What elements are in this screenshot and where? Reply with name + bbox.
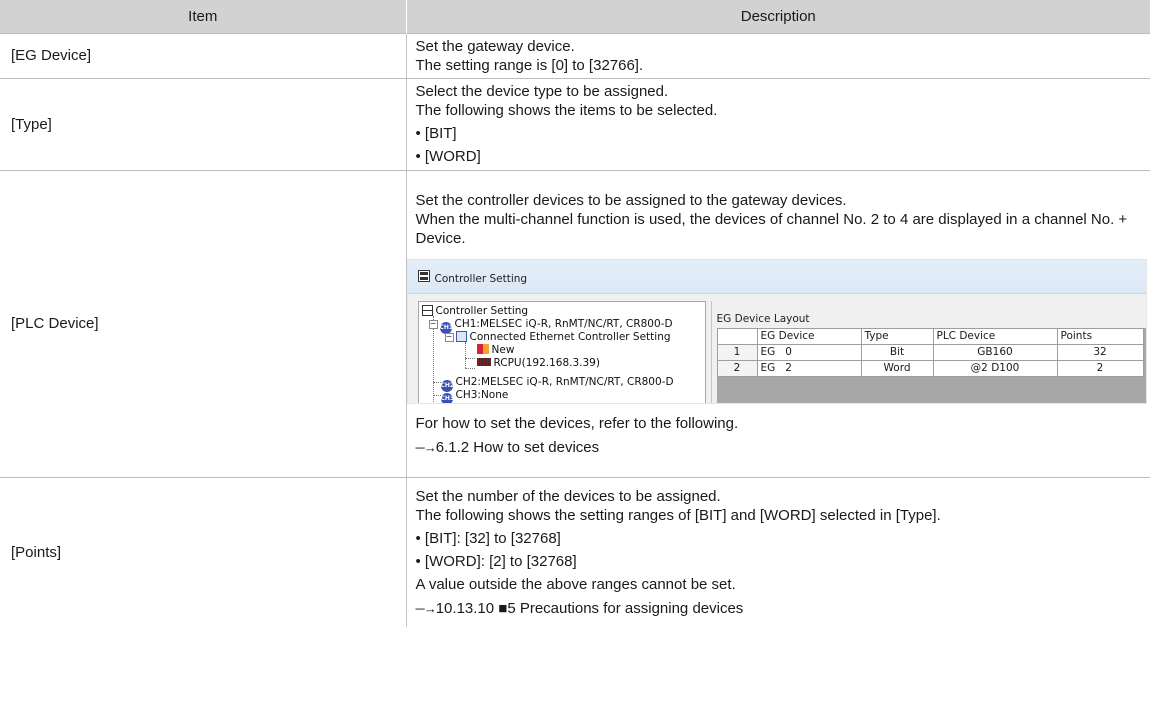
grid-header-points: Points: [1056, 327, 1144, 345]
tree-item-connected-ethernet[interactable]: Connected Ethernet Controller Setting: [455, 330, 671, 343]
bullet-item: • [WORD]: [415, 148, 481, 165]
grid-cell-eg-device[interactable]: EG 2: [756, 359, 862, 377]
controller-tree: Controller Setting − CH1CH1:MELSEC iQ-R,…: [417, 300, 706, 403]
eg-prefix: EG: [760, 362, 776, 374]
window-title: Controller Setting: [434, 272, 528, 285]
grid-header-row: EG Device Type PLC Device Points: [716, 327, 1144, 345]
grid-header-type: Type: [860, 327, 934, 345]
eg-number: 0: [785, 346, 792, 358]
grid-cell-plc-device[interactable]: GB160: [932, 343, 1058, 361]
tree-item-ch3-label: CH3:None: [455, 388, 509, 401]
settings-table: Item Description [EG Device] Set the gat…: [0, 0, 1150, 627]
grid-corner: [716, 327, 758, 345]
item-points: [Points]: [0, 476, 407, 627]
header-description: Description: [406, 0, 1150, 33]
tree-line: [464, 357, 475, 359]
eg-device-grid: EG Device Type PLC Device Points 1 EG 0: [716, 327, 1146, 403]
desc-plc-device: Set the controller devices to be assigne…: [406, 169, 1150, 477]
header-item: Item: [0, 0, 407, 33]
window-body: Controller Setting − CH1CH1:MELSEC iQ-R,…: [407, 293, 1146, 403]
reference-link-text: 10.13.10 ■5 Precautions for assigning de…: [435, 599, 744, 617]
tree-item-rcpu-label: RCPU(192.168.3.39): [493, 356, 600, 369]
tree-line: [464, 367, 475, 369]
grid-row-number: 1: [716, 343, 758, 361]
tree-item-rcpu[interactable]: RCPU(192.168.3.39): [476, 356, 600, 369]
grid-row[interactable]: 2 EG 2 Word @2 D100 2: [716, 359, 1144, 377]
collapse-toggle-icon[interactable]: −: [428, 319, 438, 329]
tree-item-ch1-label: CH1:MELSEC iQ-R, RnMT/NC/RT, CR800-D: [454, 317, 673, 330]
network-icon: [455, 330, 467, 342]
reference-link[interactable]: ─→6.1.2 How to set devices: [416, 438, 1143, 457]
grid-cell-eg-device[interactable]: EG 0: [756, 343, 862, 361]
eg-number: 2: [785, 362, 792, 374]
cpu-module-icon: [476, 357, 491, 366]
bullet-item: • [WORD]: [2] to [32768]: [415, 552, 577, 570]
desc-line: Select the device type to be assigned.: [415, 83, 669, 100]
controller-setting-screenshot: Controller Setting Controller Setting − …: [406, 258, 1147, 404]
reference-arrow-icon: ─→: [415, 600, 437, 616]
grid-header-plc-device: PLC Device: [932, 327, 1058, 345]
grid-cell-type[interactable]: Word: [860, 359, 934, 377]
tree-root-label: Controller Setting: [435, 304, 529, 317]
tree-item-new[interactable]: New: [476, 343, 515, 356]
window-titlebar: Controller Setting: [407, 259, 1146, 294]
tree-root[interactable]: Controller Setting: [421, 304, 529, 317]
tree-line: [432, 315, 434, 403]
controller-setting-icon: [421, 304, 433, 316]
table-row-points: [Points] Set the number of the devices t…: [0, 476, 1150, 627]
channel-3-icon: CH3: [440, 392, 454, 403]
collapse-toggle-icon[interactable]: −: [444, 332, 454, 342]
item-type: [Type]: [0, 77, 407, 170]
grid-cell-plc-device[interactable]: @2 D100: [932, 359, 1058, 377]
tree-line: [432, 394, 441, 396]
desc-line: The following shows the setting ranges o…: [415, 506, 941, 524]
desc-eg-device: Set the gateway device. The setting rang…: [406, 32, 1150, 78]
tree-item-connected-label: Connected Ethernet Controller Setting: [469, 330, 671, 343]
tree-item-ch3[interactable]: CH3CH3:None: [440, 388, 509, 403]
table-header-row: Item Description: [0, 0, 1150, 33]
bullet-item: • [BIT]: [32] to [32768]: [415, 529, 561, 547]
desc-line: The setting range is [0] to [32766].: [415, 56, 644, 74]
grid-cell-points[interactable]: 32: [1056, 343, 1144, 361]
desc-line: A value outside the above ranges cannot …: [415, 575, 736, 593]
eg-device-layout-panel: EG Device Layout EG Device Type PLC Devi…: [710, 300, 1146, 403]
desc-points: Set the number of the devices to be assi…: [406, 476, 1150, 627]
item-plc-device: [PLC Device]: [0, 169, 407, 477]
reference-link[interactable]: ─→10.13.10 ■5 Precautions for assigning …: [416, 599, 1143, 618]
grid-row-number: 2: [716, 359, 758, 377]
tree-item-ch2-label: CH2:MELSEC iQ-R, RnMT/NC/RT, CR800-D: [455, 375, 674, 388]
controller-setting-icon: [417, 269, 430, 282]
tree-item-new-label: New: [491, 343, 515, 356]
desc-line: For how to set the devices, refer to the…: [415, 414, 739, 432]
desc-line: The following shows the items to be sele…: [415, 102, 718, 119]
desc-line: When the multi-channel function is used,…: [415, 210, 1128, 247]
table-row-eg-device: [EG Device] Set the gateway device. The …: [0, 32, 1150, 78]
desc-line: Set the number of the devices to be assi…: [415, 487, 721, 505]
tree-line: [432, 381, 441, 383]
new-controller-icon: [476, 343, 489, 354]
item-eg-device: [EG Device]: [0, 32, 407, 78]
desc-type: Select the device type to be assigned. T…: [406, 77, 1150, 170]
table-row-plc-device: [PLC Device] Set the controller devices …: [0, 169, 1150, 477]
reference-arrow-icon: ─→: [415, 439, 437, 455]
bullet-item: • [BIT]: [415, 125, 457, 142]
grid-row[interactable]: 1 EG 0 Bit GB160 32: [716, 343, 1144, 361]
grid-cell-type[interactable]: Bit: [860, 343, 934, 361]
eg-prefix: EG: [760, 346, 776, 358]
desc-line: Set the gateway device.: [415, 37, 575, 55]
reference-link-text: 6.1.2 How to set devices: [435, 438, 600, 456]
tree-line: [464, 341, 466, 368]
grid-header-eg-device: EG Device: [756, 327, 862, 345]
eg-device-layout-title: EG Device Layout: [716, 312, 810, 325]
table-row-type: [Type] Select the device type to be assi…: [0, 77, 1150, 170]
desc-line: Set the controller devices to be assigne…: [415, 191, 847, 209]
grid-cell-points[interactable]: 2: [1056, 359, 1144, 377]
